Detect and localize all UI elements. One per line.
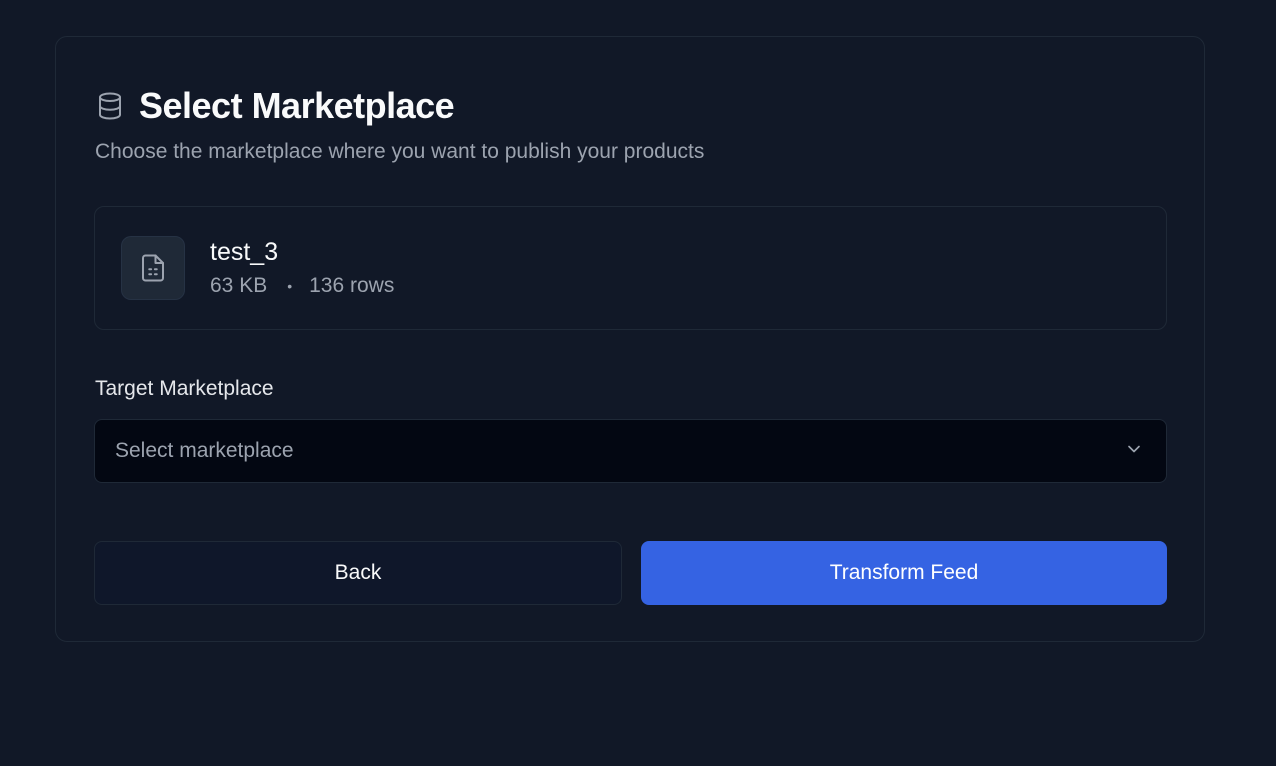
back-button[interactable]: Back [94, 541, 622, 605]
transform-feed-button[interactable]: Transform Feed [641, 541, 1167, 605]
page-subtitle: Choose the marketplace where you want to… [95, 140, 705, 163]
file-size: 63 KB [210, 274, 268, 297]
target-marketplace-label: Target Marketplace [95, 377, 274, 400]
meta-separator: • [287, 278, 293, 294]
chevron-down-icon [1124, 439, 1144, 464]
marketplace-select-placeholder: Select marketplace [115, 439, 294, 462]
file-spreadsheet-icon [121, 236, 185, 300]
page-title: Select Marketplace [139, 85, 455, 126]
file-name: test_3 [210, 238, 279, 266]
selected-file-card: test_3 63 KB • 136 rows [94, 206, 1167, 330]
marketplace-select[interactable]: Select marketplace [94, 419, 1167, 483]
select-marketplace-card: Select Marketplace Choose the marketplac… [55, 36, 1205, 642]
database-icon [95, 91, 125, 121]
file-row-count: 136 rows [309, 274, 395, 297]
file-meta: 63 KB • 136 rows [210, 274, 394, 298]
card-header: Select Marketplace [95, 85, 455, 127]
